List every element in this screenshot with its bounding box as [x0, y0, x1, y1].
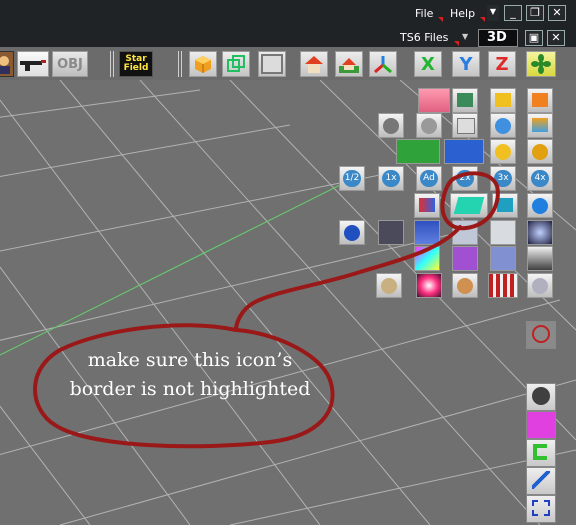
axes-icon[interactable] [369, 51, 397, 77]
restore-button[interactable]: ❐ [526, 5, 544, 21]
wireframe-cube-icon[interactable] [222, 51, 250, 77]
files-dropdown-label: TS6 Files [400, 31, 449, 44]
y-axis-button[interactable]: Y [452, 51, 480, 77]
close-button[interactable]: ✕ [548, 5, 566, 21]
z-axis-button[interactable]: Z [488, 51, 516, 77]
view-mode-label: 3D [487, 30, 507, 45]
files-dropdown-arrow-icon [454, 41, 459, 46]
help-menu-arrow-icon [480, 17, 485, 22]
toolbar-grip[interactable] [110, 51, 116, 77]
file-menu-label: File [415, 7, 434, 20]
annotation-text: make sure this icon’s border is not high… [69, 349, 311, 400]
help-menu[interactable]: Help [446, 5, 486, 22]
3d-viewport[interactable]: 1/2 1x Ad 2x 3x 4x make sure this icon’s… [0, 80, 576, 525]
dropdown-chevron-icon[interactable]: ▼ [487, 5, 499, 21]
house-icon[interactable] [300, 51, 328, 77]
starfield-button[interactable]: Star Field [119, 51, 153, 77]
files-dropdown-chevron-icon: ▼ [462, 32, 469, 41]
toolbar-grip[interactable] [178, 51, 184, 77]
files-dropdown[interactable]: TS6 Files ▼ [394, 29, 474, 46]
z-axis-label: Z [495, 53, 509, 75]
y-axis-label: Y [459, 53, 473, 75]
view-mode-button[interactable]: 3D [478, 29, 518, 47]
fan-icon[interactable] [526, 51, 556, 77]
landscape-house-icon[interactable] [335, 51, 363, 77]
minimize-button[interactable]: _ [504, 5, 522, 21]
help-menu-label: Help [450, 7, 476, 20]
orange-cube-icon[interactable] [189, 51, 217, 77]
gun-icon[interactable] [17, 51, 49, 77]
file-menu[interactable]: File [410, 5, 444, 22]
avatar-icon[interactable] [0, 51, 14, 77]
x-axis-label: X [421, 53, 435, 75]
obj-button[interactable]: OBJ [52, 51, 88, 77]
panel-close-button[interactable]: ✕ [547, 30, 565, 46]
annotation-callout [33, 171, 500, 449]
obj-label: OBJ [57, 56, 83, 72]
x-axis-button[interactable]: X [414, 51, 442, 77]
starfield-label: Star Field [123, 54, 149, 73]
panel-restore-button[interactable]: ▣ [525, 30, 543, 46]
file-menu-arrow-icon [438, 17, 443, 22]
flat-square-icon[interactable] [258, 51, 286, 77]
